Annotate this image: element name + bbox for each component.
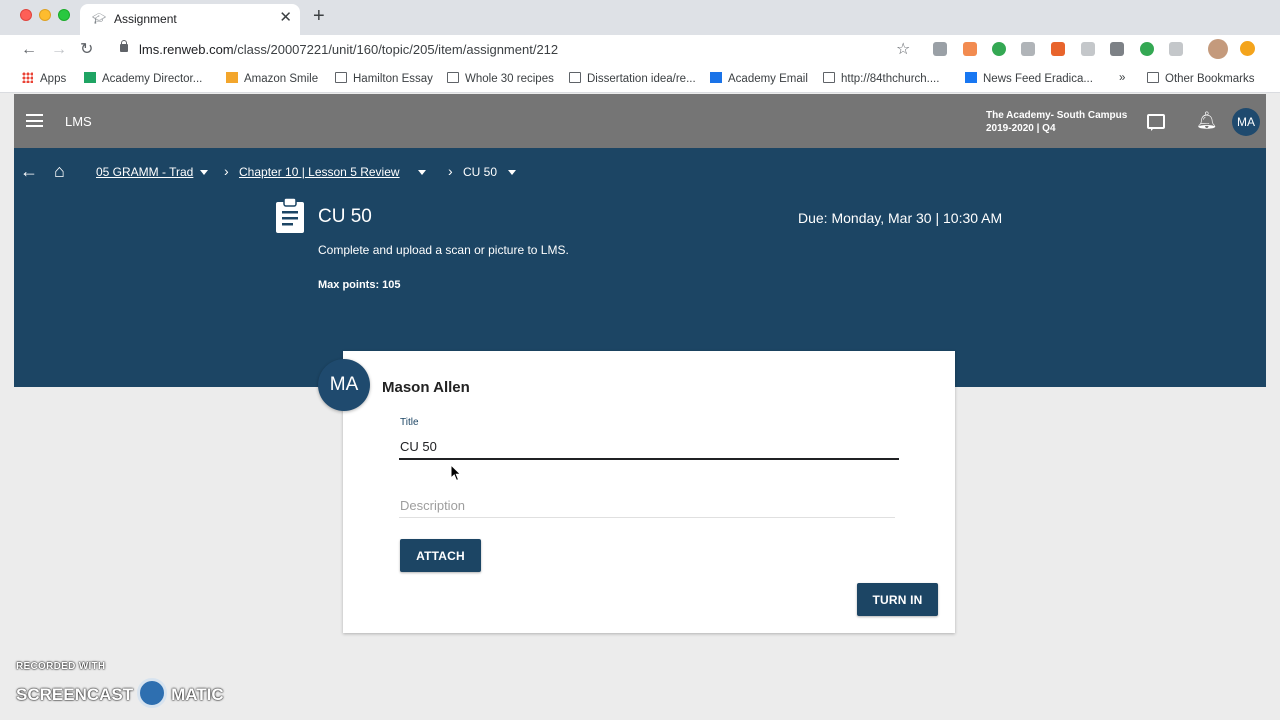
profile-avatar[interactable] (1208, 39, 1228, 59)
bookmarks-bar: Apps Academy Director... Amazon Smile Ha… (0, 65, 1280, 93)
outlook-icon (710, 72, 722, 83)
graduation-cap-icon: 🎓︎ (92, 13, 106, 25)
chevron-right-icon: › (448, 163, 453, 179)
bookmark-item[interactable]: Whole 30 recipes (447, 72, 554, 85)
address-bar[interactable]: lms.renweb.com/class/20007221/unit/160/t… (139, 42, 558, 57)
extension-icon[interactable] (1140, 42, 1154, 56)
chevron-down-icon[interactable] (200, 170, 208, 175)
folder-icon (335, 72, 347, 83)
screencast-watermark: RECORDED WITH SCREENCAST MATIC (16, 661, 224, 708)
other-bookmarks[interactable]: Other Bookmarks (1147, 72, 1254, 85)
user-avatar[interactable]: MA (1232, 108, 1260, 136)
extension-icon[interactable] (933, 42, 947, 56)
student-avatar: MA (318, 359, 370, 411)
turn-in-button[interactable]: TURN IN (857, 583, 938, 616)
list-icon[interactable] (1110, 42, 1124, 56)
reload-button[interactable]: ↻ (80, 39, 93, 61)
new-tab-button[interactable]: + (313, 6, 325, 26)
school-name: The Academy- South Campus (986, 110, 1128, 121)
description-input[interactable] (399, 494, 895, 518)
minimize-window-button[interactable] (39, 9, 51, 21)
browser-tab-assignment[interactable]: 🎓︎ Assignment ✕ (80, 4, 300, 35)
chat-icon[interactable] (1147, 114, 1165, 131)
chevron-down-icon[interactable] (508, 170, 516, 175)
office-icon[interactable] (1051, 42, 1065, 56)
browser-tabstrip: 🎓︎ Assignment ✕ + (0, 0, 1280, 35)
tab-title: Assignment (114, 12, 177, 26)
clipboard-icon (276, 197, 304, 233)
assignment-instructions: Complete and upload a scan or picture to… (318, 243, 569, 257)
back-arrow-icon[interactable]: ← (20, 162, 38, 180)
extension-icon[interactable] (1081, 42, 1095, 56)
screencast-logo-icon (137, 678, 168, 708)
bookmark-item[interactable]: Academy Director... (84, 72, 202, 85)
close-window-button[interactable] (20, 9, 32, 21)
app-bar: LMS The Academy- South Campus 2019-2020 … (14, 94, 1266, 148)
extension-icon[interactable] (1240, 41, 1255, 56)
bookmark-item[interactable]: http://84thchurch.... (823, 72, 939, 85)
chevron-down-icon[interactable] (418, 170, 426, 175)
watermark-line1: RECORDED WITH (16, 661, 106, 672)
bell-icon[interactable]: 🔔︎ (1196, 111, 1218, 131)
maximize-window-button[interactable] (58, 9, 70, 21)
app-title: LMS (65, 114, 92, 129)
apps-grid-icon (22, 72, 33, 83)
watermark-line2: SCREENCAST MATIC (16, 678, 224, 708)
max-points: Max points: 105 (318, 279, 401, 291)
folder-icon (1147, 72, 1159, 83)
bookmark-item[interactable]: Hamilton Essay (335, 72, 433, 85)
forward-button[interactable]: → (51, 39, 67, 61)
breadcrumb-assignment[interactable]: CU 50 (463, 165, 497, 179)
breadcrumb-lesson[interactable]: Chapter 10 | Lesson 5 Review (239, 165, 400, 179)
bookmark-star-icon[interactable]: ☆ (896, 39, 910, 59)
folder-icon (569, 72, 581, 83)
url-host: lms.renweb.com (139, 42, 234, 57)
browser-toolbar: ← → ↻ lms.renweb.com/class/20007221/unit… (0, 35, 1280, 65)
bookmark-item[interactable]: Dissertation idea/re... (569, 72, 696, 85)
bookmark-item[interactable]: Amazon Smile (226, 72, 318, 85)
grammarly-icon[interactable] (992, 42, 1006, 56)
chevron-right-icon: › (224, 163, 229, 179)
book-icon (823, 72, 835, 83)
url-path: /class/20007221/unit/160/topic/205/item/… (233, 42, 559, 57)
back-button[interactable]: ← (21, 39, 37, 61)
school-info[interactable]: The Academy- South Campus 2019-2020 | Q4 (986, 109, 1127, 135)
extension-icon[interactable] (1021, 42, 1035, 56)
bookmarks-overflow-button[interactable]: » (1119, 72, 1125, 84)
breadcrumb-class[interactable]: 05 GRAMM - Trad (96, 165, 193, 179)
attach-button[interactable]: ATTACH (400, 539, 481, 572)
close-tab-icon[interactable]: ✕ (279, 10, 292, 26)
bookmark-apps[interactable]: Apps (22, 72, 66, 85)
menu-icon[interactable] (26, 114, 43, 127)
student-name: Mason Allen (382, 379, 470, 396)
bookmark-item[interactable]: News Feed Eradica... (965, 72, 1093, 85)
bookmark-item[interactable]: Academy Email (710, 72, 808, 85)
title-label: Title (400, 417, 419, 428)
folder-icon (447, 72, 459, 83)
extension-icon[interactable] (963, 42, 977, 56)
school-term: 2019-2020 | Q4 (986, 123, 1056, 134)
home-icon[interactable]: ⌂ (54, 162, 65, 180)
sheets-icon (84, 72, 96, 83)
facebook-icon (965, 72, 977, 83)
amazon-icon (226, 72, 238, 83)
lock-icon[interactable] (120, 40, 128, 52)
assignment-title: CU 50 (318, 206, 372, 227)
due-date: Due: Monday, Mar 30 | 10:30 AM (798, 210, 1003, 226)
title-input[interactable] (399, 434, 899, 460)
extension-icon[interactable] (1169, 42, 1183, 56)
